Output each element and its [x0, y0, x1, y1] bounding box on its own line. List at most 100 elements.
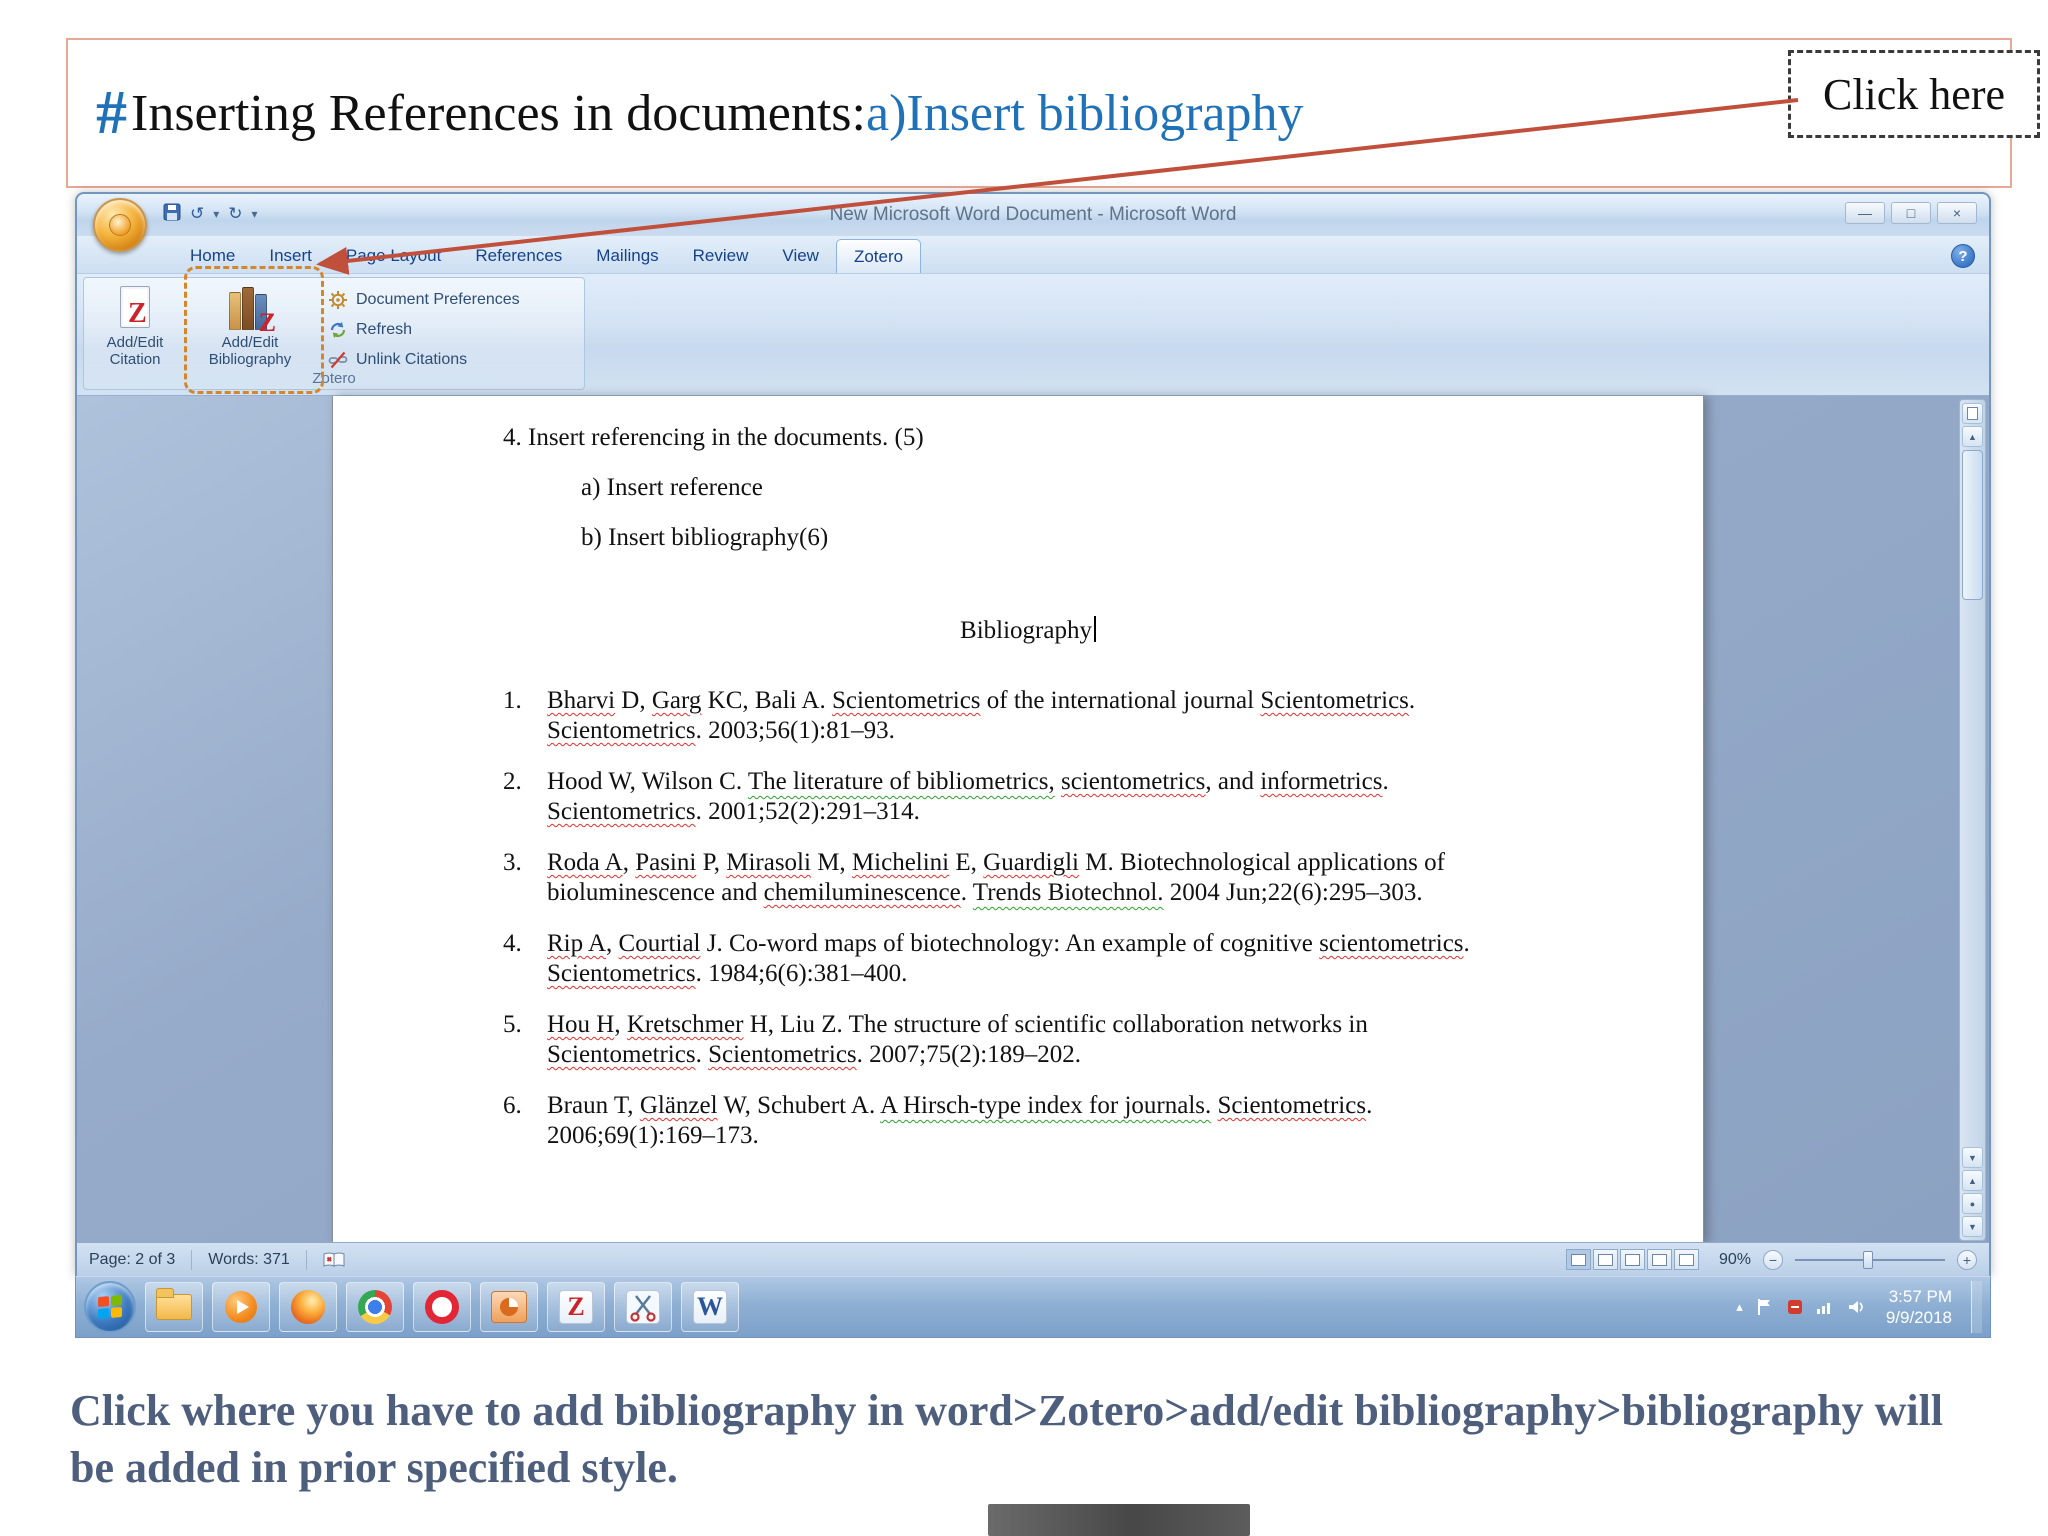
click-here-callout: Click here	[1788, 50, 2040, 138]
undo-dropdown-icon[interactable]: ▾	[213, 207, 219, 221]
title-main-text: Inserting References in documents:	[131, 84, 866, 142]
ruler-toggle-button[interactable]	[1962, 403, 1983, 424]
statusbar-divider	[191, 1249, 193, 1270]
doc-line-1[interactable]: 4. Insert referencing in the documents. …	[503, 422, 1553, 453]
reference-text: Hood W, Wilson C. The literature of bibl…	[547, 768, 1389, 825]
reference-number: 5.	[503, 1011, 522, 1038]
slide-caption: Click where you have to add bibliography…	[70, 1386, 1944, 1493]
taskbar-word[interactable]: W	[681, 1282, 739, 1332]
draft-view-button[interactable]	[1673, 1249, 1699, 1270]
zoom-slider-thumb[interactable]	[1862, 1250, 1873, 1269]
spellcheck-icon[interactable]	[323, 1251, 345, 1269]
window-titlebar[interactable]: New Microsoft Word Document - Microsoft …	[77, 194, 1989, 252]
taskbar-clock[interactable]: 3:57 PM 9/9/2018	[1880, 1286, 1958, 1328]
previous-page-button[interactable]: ▲	[1962, 1170, 1983, 1191]
select-browse-object-button[interactable]: ●	[1962, 1193, 1983, 1214]
redo-button[interactable]: ↻	[228, 202, 242, 226]
tab-home[interactable]: Home	[173, 239, 252, 273]
action-center-flag-icon[interactable]	[1756, 1297, 1774, 1317]
ribbon: Z Add/Edit Citation Z Add/Edit Bibliogra…	[77, 266, 1989, 396]
taskbar-firefox[interactable]	[279, 1282, 337, 1332]
reference-item-5[interactable]: 5. Hou H, Kretschmer H, Liu Z. The struc…	[503, 1010, 1553, 1070]
tab-view[interactable]: View	[765, 239, 836, 273]
reference-item-4[interactable]: 4. Rip A, Courtial J. Co-word maps of bi…	[503, 929, 1553, 989]
taskbar-media-player[interactable]	[212, 1282, 270, 1332]
taskbar-opera[interactable]	[413, 1282, 471, 1332]
taskbar-snipping-tool[interactable]	[614, 1282, 672, 1332]
click-here-label: Click here	[1822, 69, 2006, 119]
zoom-slider[interactable]	[1795, 1250, 1945, 1269]
undo-button[interactable]: ↺	[190, 202, 204, 226]
zoom-out-button[interactable]: −	[1763, 1249, 1783, 1270]
reference-item-3[interactable]: 3. Roda A, Pasini P, Mirasoli M, Micheli…	[503, 848, 1553, 908]
close-button[interactable]: ×	[1937, 202, 1977, 224]
zotero-z-glyph: Z	[128, 298, 147, 329]
ribbon-group-label: Zotero	[312, 370, 356, 387]
qat-customize-icon[interactable]: ▾	[252, 207, 258, 221]
tab-zotero[interactable]: Zotero	[835, 239, 922, 273]
status-bar: Page: 2 of 3 Words: 371 90% − +	[77, 1242, 1989, 1276]
reference-item-6[interactable]: 6. Braun T, Glänzel W, Schubert A. A Hir…	[503, 1091, 1553, 1151]
add-edit-citation-button[interactable]: Z Add/Edit Citation	[88, 283, 182, 373]
taskbar-zotero[interactable]: Z	[547, 1282, 605, 1332]
word-count[interactable]: Words: 371	[208, 1251, 290, 1269]
volume-icon[interactable]	[1847, 1299, 1867, 1315]
taskbar-explorer[interactable]	[145, 1282, 203, 1332]
minimize-button[interactable]: —	[1845, 202, 1885, 224]
show-desktop-button[interactable]	[1971, 1281, 1982, 1333]
gear-icon	[329, 291, 347, 309]
show-hidden-icons-button[interactable]: ▴	[1736, 1299, 1743, 1315]
reference-item-1[interactable]: 1. Bharvi D, Garg KC, Bali A. Scientomet…	[503, 686, 1553, 746]
ruler-icon	[1967, 407, 1978, 420]
view-switcher	[1565, 1249, 1699, 1270]
zoom-in-button[interactable]: +	[1957, 1249, 1977, 1270]
scroll-down-button[interactable]: ▼	[1962, 1147, 1983, 1168]
page-indicator[interactable]: Page: 2 of 3	[89, 1251, 175, 1269]
vertical-scrollbar[interactable]: ▲ ▼ ▲ ● ▼	[1959, 399, 1986, 1241]
add-edit-bibliography-button[interactable]: Z Add/Edit Bibliography	[188, 283, 312, 373]
zoom-level[interactable]: 90%	[1719, 1251, 1751, 1269]
doc-line-2[interactable]: a) Insert reference	[581, 472, 1553, 503]
refresh-button[interactable]: Refresh	[322, 315, 526, 345]
document-preferences-button[interactable]: Document Preferences	[322, 285, 526, 315]
web-layout-view-button[interactable]	[1619, 1249, 1645, 1270]
doc-line-3[interactable]: b) Insert bibliography(6)	[581, 522, 1553, 553]
windows-flag-icon	[98, 1294, 122, 1320]
tab-insert[interactable]: Insert	[252, 239, 329, 273]
start-button[interactable]	[84, 1281, 136, 1333]
network-icon[interactable]	[1816, 1299, 1834, 1315]
outline-view-button[interactable]	[1646, 1249, 1672, 1270]
print-layout-view-button[interactable]	[1565, 1249, 1591, 1270]
opera-icon	[425, 1290, 459, 1324]
scrollbar-thumb[interactable]	[1962, 450, 1983, 600]
tab-references[interactable]: References	[458, 239, 579, 273]
reference-number: 2.	[503, 768, 522, 795]
scroll-up-button[interactable]: ▲	[1962, 426, 1983, 447]
next-page-button[interactable]: ▼	[1962, 1216, 1983, 1237]
save-button[interactable]	[163, 203, 181, 226]
zotero-icon: Z	[559, 1290, 593, 1324]
word-window-frame: New Microsoft Word Document - Microsoft …	[75, 192, 1991, 1276]
reference-text: Bharvi D, Garg KC, Bali A. Scientometric…	[547, 687, 1416, 744]
title-accent-text: a)Insert bibliography	[865, 84, 1304, 142]
refresh-label: Refresh	[356, 321, 413, 338]
tray-status-icon[interactable]	[1787, 1299, 1803, 1315]
help-button[interactable]: ?	[1951, 244, 1975, 268]
chrome-icon	[358, 1290, 392, 1324]
bibliography-label-line2: Bibliography	[208, 351, 292, 368]
window-controls: — □ ×	[1845, 202, 1977, 224]
maximize-button[interactable]: □	[1891, 202, 1931, 224]
fullscreen-view-button[interactable]	[1592, 1249, 1618, 1270]
reference-item-2[interactable]: 2. Hood W, Wilson C. The literature of b…	[503, 767, 1553, 827]
bibliography-heading[interactable]: Bibliography	[503, 615, 1553, 646]
taskbar-chrome[interactable]	[346, 1282, 404, 1332]
office-button[interactable]	[93, 198, 147, 252]
tab-page-layout[interactable]: Page Layout	[329, 239, 458, 273]
reference-number: 4.	[503, 930, 522, 957]
tab-review[interactable]: Review	[676, 239, 766, 273]
window-title: New Microsoft Word Document - Microsoft …	[829, 204, 1237, 225]
citation-label-line1: Add/Edit	[106, 334, 164, 351]
tab-mailings[interactable]: Mailings	[579, 239, 675, 273]
document-page[interactable]: 4. Insert referencing in the documents. …	[332, 396, 1704, 1244]
taskbar-powerpoint[interactable]	[480, 1282, 538, 1332]
